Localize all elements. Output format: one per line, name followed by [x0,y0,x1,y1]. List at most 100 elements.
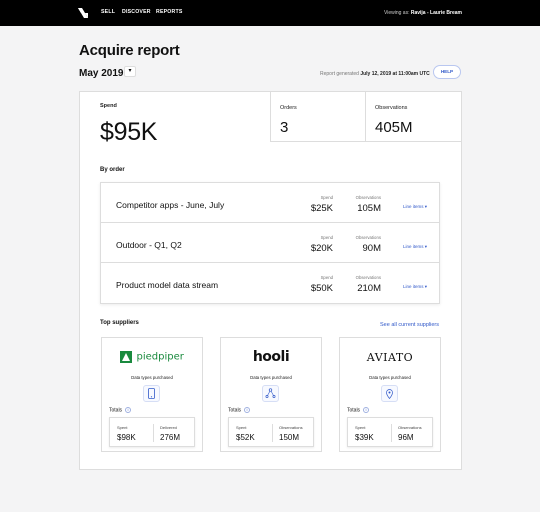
supplier-observations: Observations 150M [279,425,303,442]
order-row[interactable]: Competitor apps - June, July Spend $25K … [101,183,439,223]
divider [391,424,392,442]
order-observations-value: 105M [357,203,381,214]
totals-text: Totals [109,407,123,414]
help-button[interactable]: HELP [433,65,461,79]
month-dropdown-button[interactable]: ▾ [124,66,136,77]
report-month: May 2019 [79,68,124,79]
supplier-spend-value: $98K [117,433,136,442]
data-types-label: Data types purchased [369,375,411,380]
generated-prefix: Report generated [320,71,359,77]
info-icon[interactable]: i [125,407,132,413]
location-pin-icon[interactable] [381,385,398,402]
order-row[interactable]: Outdoor - Q1, Q2 Spend $20K Observations… [101,223,439,263]
divider [272,424,273,442]
order-observations: Observations 105M [341,195,381,214]
nav-discover[interactable]: DISCOVER [122,9,151,15]
totals-label: Totals i [109,407,132,414]
order-observations-label: Observations [355,275,381,280]
app-logo-icon[interactable] [77,7,89,19]
supplier-spend-value: $52K [236,433,255,442]
order-observations: Observations 210M [341,275,381,294]
order-observations-label: Observations [355,235,381,240]
top-suppliers-heading: Top suppliers [100,320,139,326]
totals-text: Totals [347,407,361,414]
nav-sell[interactable]: SELL [101,9,115,15]
caret-down-icon: ▾ [424,204,427,209]
caret-down-icon: ▾ [424,284,427,289]
supplier-spend-label: Spent [117,425,128,430]
supplier-second-value: 96M [398,433,414,442]
supplier-card-aviato[interactable]: AVIATO Data types purchased Totals i Spen… [339,337,441,452]
supplier-spend-label: Spent [355,425,366,430]
hooli-logo: hooli [221,348,321,366]
orders-value: 3 [280,119,289,136]
supplier-spend: Spent $39K [355,425,374,442]
hooli-logo-text: hooli [252,349,290,365]
line-items-dropdown[interactable]: Line items ▾ [403,284,427,290]
totals-label: Totals i [347,407,370,414]
order-spend: Spend $50K [293,275,333,294]
line-items-dropdown[interactable]: Line items ▾ [403,204,427,210]
info-icon[interactable]: i [363,407,370,413]
data-types-label: Data types purchased [131,375,173,380]
order-observations-label: Observations [355,195,381,200]
line-items-label: Line items [402,284,424,289]
order-spend-label: Spend [320,275,333,280]
supplier-observations: Observations 96M [398,425,422,442]
supplier-spend-value: $39K [355,433,374,442]
orders-label: Orders [280,105,297,111]
by-order-heading: By order [100,167,125,173]
supplier-spend: Spent $98K [117,425,136,442]
network-icon[interactable] [262,385,279,402]
supplier-card-piedpiper[interactable]: piedpiper Data types purchased Totals i S… [101,337,203,452]
order-spend: Spend $25K [293,195,333,214]
report-card: Spend $95K Orders 3 Observations 405M By… [79,91,462,470]
line-items-label: Line items [402,244,424,249]
totals-label: Totals i [228,407,251,413]
aviato-logo-text: AVIATO [366,351,414,364]
line-items-dropdown[interactable]: Line items ▾ [403,244,427,250]
chevron-down-icon: ▾ [128,68,132,74]
viewing-user: Ravija - Laurie Bream [410,10,462,16]
order-row[interactable]: Product model data stream Spend $50K Obs… [101,263,439,303]
supplier-totals-box: Spent $39K Observations 96M [347,417,433,447]
top-nav-bar: SELL DISCOVER REPORTS Viewing as: Ravija… [0,0,540,26]
spend-label: Spend [100,103,117,109]
order-spend: Spend $20K [293,235,333,254]
observations-value: 405M [375,119,413,136]
order-name: Product model data stream [116,280,219,290]
viewing-as[interactable]: Viewing as: Ravija - Laurie Bream [384,10,462,16]
supplier-second-label: Delivered [160,425,177,430]
supplier-delivered: Delivered 276M [160,425,180,442]
observations-label: Observations [375,105,408,111]
order-spend-label: Spend [320,235,333,240]
phone-icon[interactable] [143,385,160,402]
order-observations-value: 210M [357,283,381,294]
order-spend-label: Spend [320,195,333,200]
info-icon[interactable]: i [244,407,251,413]
supplier-card-hooli[interactable]: hooli Data types purchased Totals i Spent… [220,337,322,452]
order-name: Outdoor - Q1, Q2 [116,240,182,250]
supplier-second-label: Observations [398,425,422,430]
supplier-second-value: 150M [279,433,300,442]
supplier-totals-box: Spent $98K Delivered 276M [109,417,195,447]
piedpiper-logo: piedpiper [102,348,202,366]
viewing-prefix: Viewing as: [383,10,410,16]
caret-down-icon: ▾ [424,244,427,249]
orders-list: Competitor apps - June, July Spend $25K … [100,182,440,304]
nav-reports[interactable]: REPORTS [156,9,182,15]
divider [153,424,154,442]
page-title: Acquire report [79,42,180,59]
order-spend-value: $25K [310,203,333,214]
supplier-second-label: Observations [279,425,303,430]
observations-stat: Observations 405M [365,92,462,142]
aviato-logo: AVIATO [340,348,440,366]
report-generated: Report generated July 12, 2019 at 11:00a… [320,71,430,77]
supplier-second-value: 276M [160,433,181,442]
generated-date: July 12, 2019 at 11:00am UTC [360,71,430,77]
supplier-totals-box: Spent $52K Observations 150M [228,417,314,447]
order-spend-value: $20K [310,243,333,254]
order-name: Competitor apps - June, July [116,200,225,210]
see-all-suppliers-link[interactable]: See all current suppliers [380,322,439,328]
order-observations-value: 90M [362,243,381,254]
